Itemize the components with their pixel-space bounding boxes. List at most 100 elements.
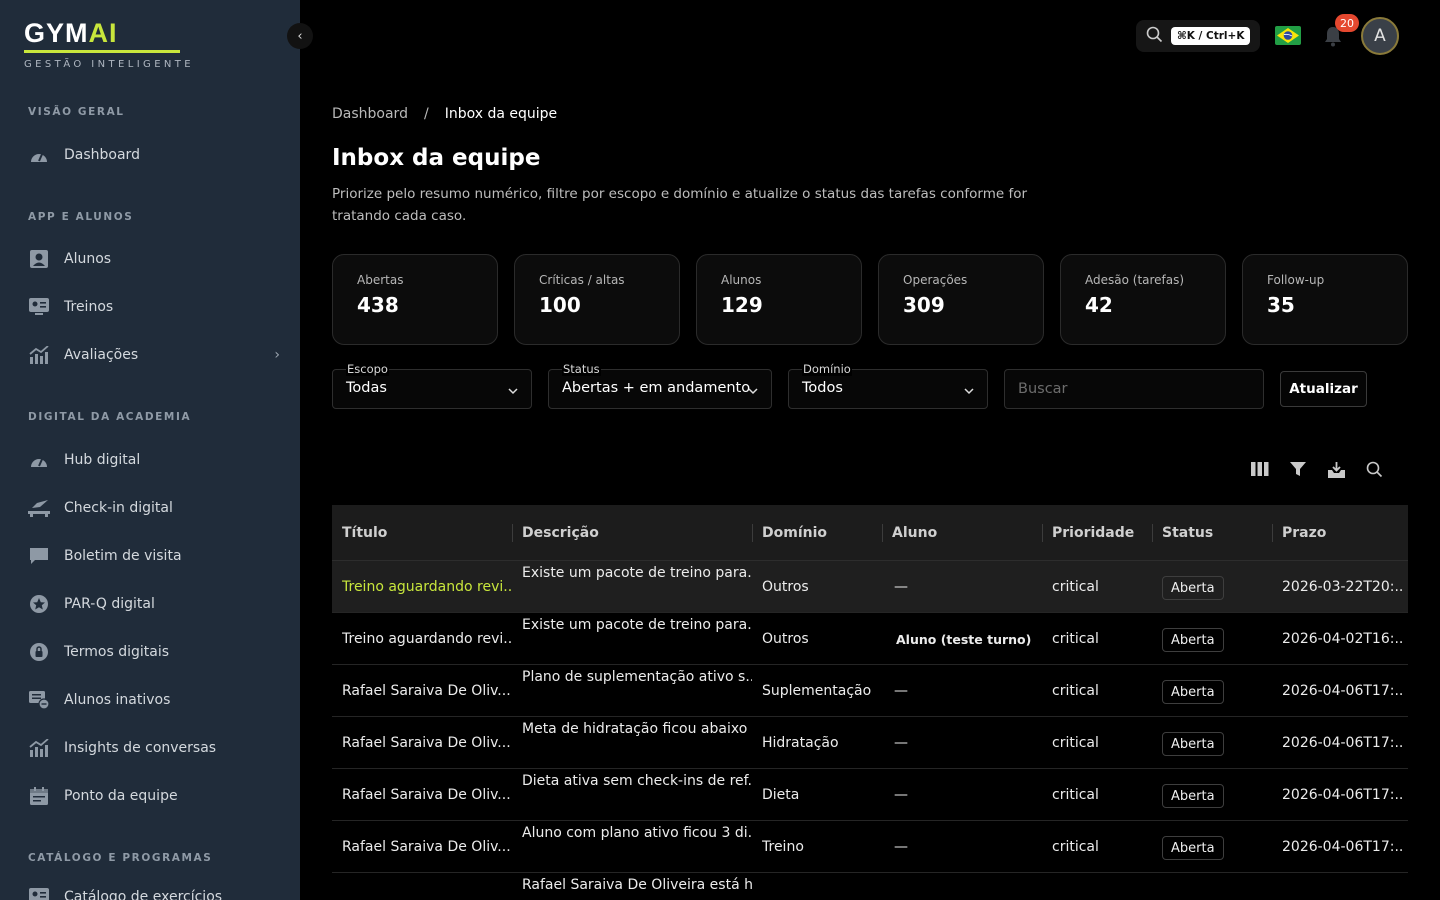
search-placeholder: Buscar — [1018, 381, 1068, 397]
cell-description: Dieta ativa sem check-ins de ref... — [522, 773, 752, 789]
chart-up-icon — [28, 345, 50, 365]
scope-select[interactable]: Escopo Todas — [332, 362, 532, 409]
sidebar-item-parq[interactable]: PAR-Q digital — [28, 589, 280, 619]
stat-card-abertas: Abertas 438 — [332, 254, 498, 345]
stat-card-criticas: Críticas / altas 100 — [514, 254, 680, 345]
cell-student: — — [894, 735, 908, 751]
status-badge[interactable]: Aberta — [1162, 732, 1224, 756]
column-header-prioridade[interactable]: Prioridade — [1042, 505, 1134, 561]
column-divider[interactable] — [1272, 524, 1273, 542]
global-search-button[interactable]: ⌘K / Ctrl+K — [1136, 20, 1260, 52]
sidebar-item-checkin[interactable]: Check-in digital — [28, 493, 280, 523]
cell-title: Rafael Saraiva De Oliv... — [342, 787, 511, 803]
section-title-catalogo: CATÁLOGO E PROGRAMAS — [28, 852, 213, 864]
status-badge[interactable]: Aberta — [1162, 680, 1224, 704]
column-header-aluno[interactable]: Aluno — [882, 505, 937, 561]
status-select[interactable]: Status Abertas + em andamento — [548, 362, 772, 409]
search-icon[interactable] — [1364, 459, 1384, 479]
brand-logo[interactable]: GYMAI GESTÃO INTELIGENTE — [24, 17, 194, 70]
table-row[interactable]: Rafael Saraiva De Oliv... Dieta ativa se… — [332, 769, 1408, 821]
column-header-dominio[interactable]: Domínio — [752, 505, 827, 561]
cell-description: Plano de suplementação ativo s... — [522, 669, 752, 685]
sidebar-item-treinos[interactable]: Treinos — [28, 292, 280, 322]
sidebar-item-avaliacoes[interactable]: Avaliações › — [28, 340, 280, 370]
domain-select[interactable]: Domínio Todos — [788, 362, 988, 409]
column-header-descricao[interactable]: Descrição — [512, 505, 599, 561]
cell-domain: Dieta — [762, 787, 800, 803]
domain-select-label: Domínio — [802, 362, 852, 376]
cell-title: Rafael Saraiva De Oliv... — [342, 839, 511, 855]
search-icon — [1146, 26, 1163, 47]
sidebar-item-insights[interactable]: Insights de conversas — [28, 733, 280, 763]
column-divider[interactable] — [882, 524, 883, 542]
status-badge[interactable]: Aberta — [1162, 628, 1224, 652]
cell-description: Meta de hidratação ficou abaixo ... — [522, 721, 752, 737]
cell-due: 2026-04-06T17:... — [1282, 683, 1404, 699]
breadcrumb-dashboard-link[interactable]: Dashboard — [332, 106, 408, 122]
download-icon[interactable] — [1326, 459, 1346, 479]
sidebar-item-boletim[interactable]: Boletim de visita — [28, 541, 280, 571]
table-row[interactable]: Rafael Saraiva De Oliveira está h... — [332, 873, 1408, 900]
filter-icon[interactable] — [1288, 459, 1308, 479]
calendar-icon — [28, 786, 50, 806]
cell-title: Rafael Saraiva De Oliv... — [342, 735, 511, 751]
sidebar-collapse-button[interactable]: ‹ — [287, 23, 313, 49]
cell-student: — — [894, 683, 908, 699]
avatar[interactable]: A — [1361, 17, 1399, 55]
sidebar-item-dashboard[interactable]: Dashboard — [28, 140, 280, 170]
scope-select-value: Todas — [346, 380, 387, 396]
sidebar-item-inativos[interactable]: Alunos inativos — [28, 685, 280, 715]
cell-description: Rafael Saraiva De Oliveira está h... — [522, 877, 752, 893]
table-row[interactable]: Rafael Saraiva De Oliv... Meta de hidrat… — [332, 717, 1408, 769]
stat-label: Abertas — [357, 273, 404, 287]
chevron-left-icon: ‹ — [297, 28, 303, 44]
column-header-titulo[interactable]: Título — [342, 505, 387, 561]
chat-icon — [28, 546, 50, 566]
column-divider[interactable] — [752, 524, 753, 542]
lock-icon — [28, 642, 50, 662]
table-row[interactable]: Treino aguardando revi... Existe um paco… — [332, 561, 1408, 613]
sidebar-item-ponto[interactable]: Ponto da equipe — [28, 781, 280, 811]
training-board-icon — [28, 887, 50, 900]
column-divider[interactable] — [1042, 524, 1043, 542]
cell-student[interactable]: Aluno (teste turno) — [896, 632, 1046, 647]
cell-domain: Outros — [762, 631, 809, 647]
update-button[interactable]: Atualizar — [1280, 371, 1367, 407]
brazil-flag-icon[interactable] — [1275, 26, 1301, 45]
cell-description: Existe um pacote de treino para... — [522, 565, 752, 581]
sidebar-item-label: Check-in digital — [64, 500, 173, 516]
stat-value: 129 — [721, 293, 763, 317]
sidebar-item-alunos[interactable]: Alunos — [28, 244, 280, 274]
cell-title: Rafael Saraiva De Oliv... — [342, 683, 511, 699]
table-row[interactable]: Treino aguardando revi... Existe um paco… — [332, 613, 1408, 665]
column-divider[interactable] — [512, 524, 513, 542]
sidebar-item-termos[interactable]: Termos digitais — [28, 637, 280, 667]
column-label: Descrição — [522, 525, 599, 541]
search-input[interactable]: Buscar — [1004, 369, 1264, 409]
columns-icon[interactable] — [1250, 459, 1270, 479]
table-row[interactable]: Rafael Saraiva De Oliv... Aluno com plan… — [332, 821, 1408, 873]
section-title-app-alunos: APP E ALUNOS — [28, 211, 134, 223]
stat-label: Críticas / altas — [539, 273, 625, 287]
sidebar-item-label: Avaliações — [64, 347, 139, 363]
cell-due: 2026-04-06T17:... — [1282, 839, 1404, 855]
sidebar-item-catalogo[interactable]: Catálogo de exercícios — [28, 882, 280, 900]
chevron-down-icon — [963, 382, 975, 395]
stat-card-alunos: Alunos 129 — [696, 254, 862, 345]
status-badge[interactable]: Aberta — [1162, 576, 1224, 600]
chevron-right-icon[interactable]: › — [274, 347, 280, 363]
table-row[interactable]: Rafael Saraiva De Oliv... Plano de suple… — [332, 665, 1408, 717]
cell-domain: Hidratação — [762, 735, 839, 751]
cell-domain: Suplementação — [762, 683, 872, 699]
domain-select-value: Todos — [802, 380, 843, 396]
column-header-prazo[interactable]: Prazo — [1272, 505, 1326, 561]
stat-label: Alunos — [721, 273, 762, 287]
column-header-status[interactable]: Status — [1152, 505, 1213, 561]
tasks-table: Título Descrição Domínio Aluno Prioridad… — [332, 505, 1408, 900]
breadcrumb-current: Inbox da equipe — [444, 106, 558, 122]
status-badge[interactable]: Aberta — [1162, 836, 1224, 860]
chevron-down-icon — [507, 382, 519, 395]
status-badge[interactable]: Aberta — [1162, 784, 1224, 808]
column-divider[interactable] — [1152, 524, 1153, 542]
sidebar-item-hub-digital[interactable]: Hub digital — [28, 445, 280, 475]
